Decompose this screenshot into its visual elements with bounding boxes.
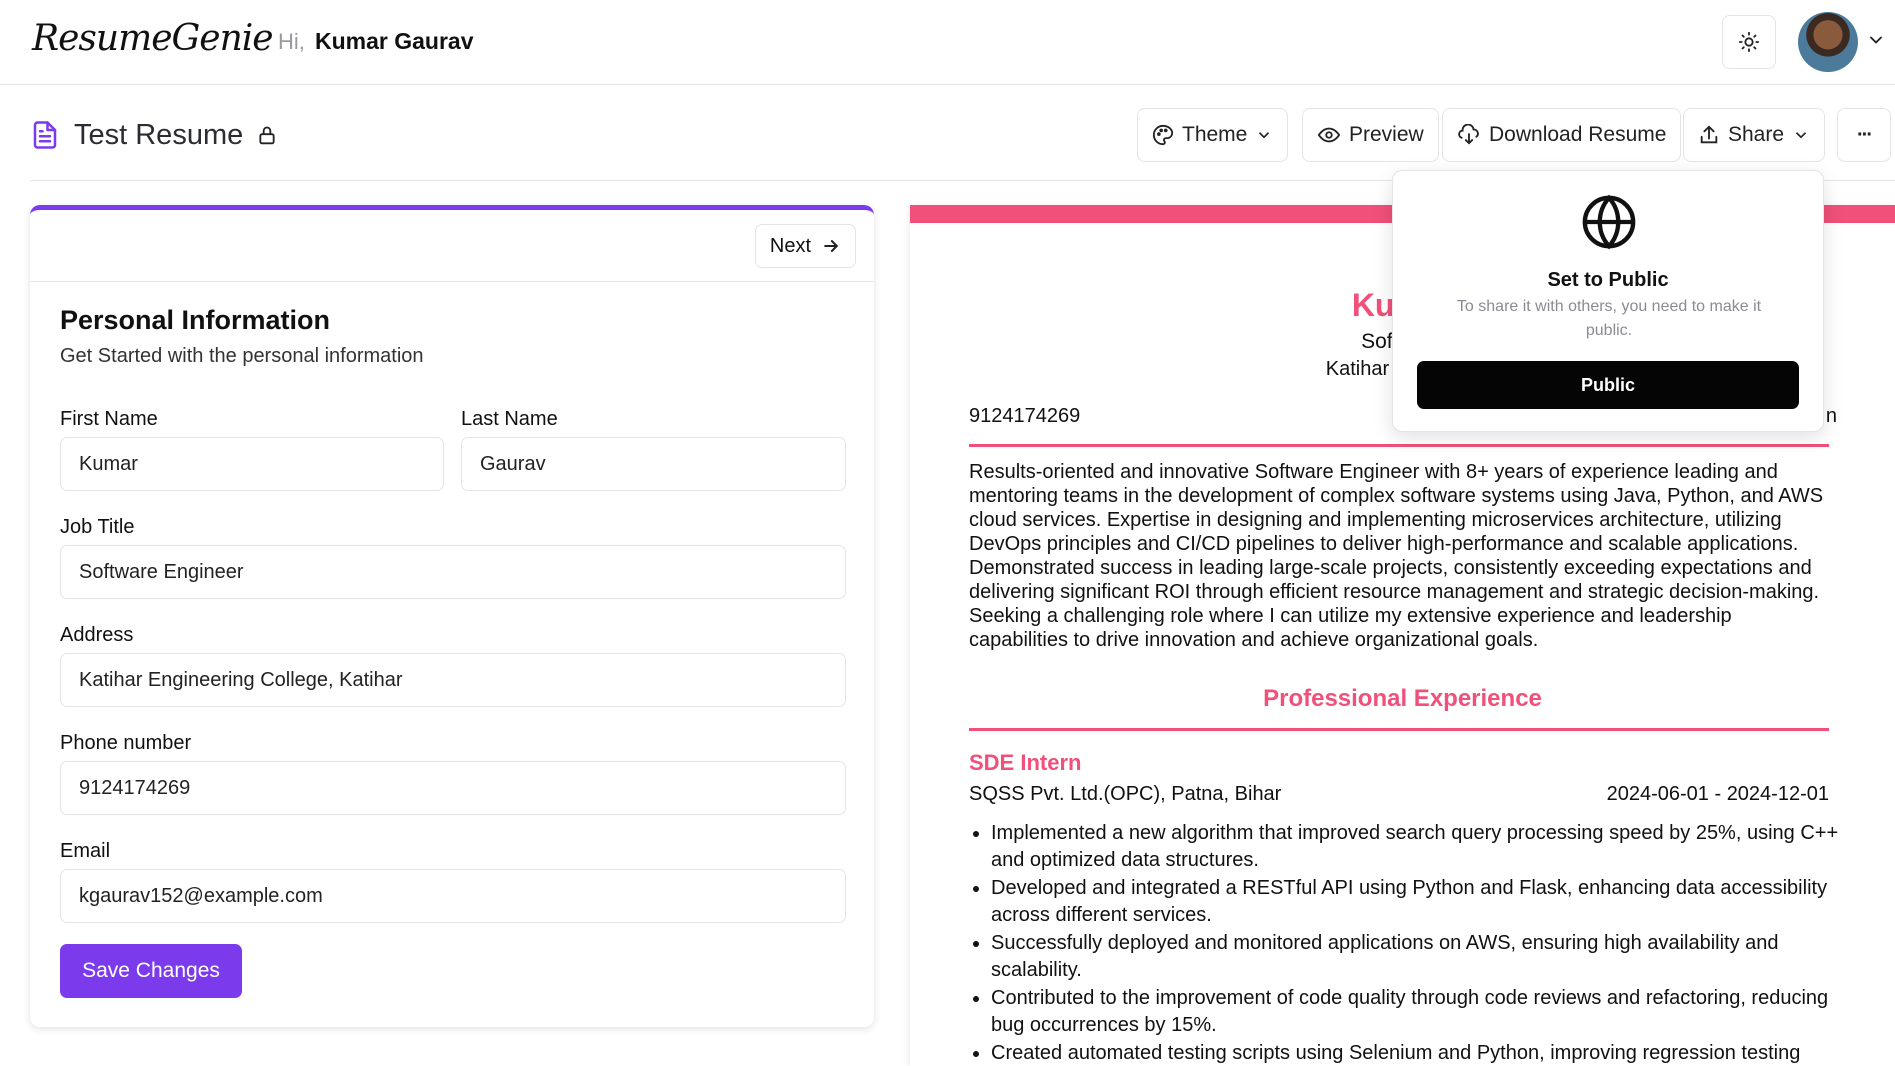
popover-description: To share it with others, you need to mak… [1456,298,1762,339]
share-button[interactable]: Share [1683,108,1826,162]
avatar[interactable] [1798,12,1858,72]
experience-dates: 2024-06-01 - 2024-12-01 [1606,783,1829,805]
resume-phone: 9124174269 [969,405,1081,427]
more-horizontal-icon: ··· [1857,123,1873,146]
resume-divider [969,444,1829,447]
chevron-down-icon[interactable] [1866,30,1886,50]
document-title-row: Test Resume [30,112,277,158]
share-button-label: Share [1728,123,1785,146]
globe-icon [1582,194,1636,250]
next-button[interactable]: Next [754,224,856,268]
first-name-input[interactable]: Kumar [60,437,444,491]
arrow-right-icon [824,240,839,252]
palette-icon [1152,124,1174,146]
experience-divider [969,728,1829,731]
list-item: Contributed to the improvement of code q… [991,985,1851,1039]
first-name-label: First Name [60,408,158,430]
phone-label: Phone number [60,732,192,754]
last-name-label: Last Name [461,408,558,430]
app-logo[interactable]: ResumeGenie [32,18,274,59]
more-options-button[interactable]: ··· [1837,108,1891,162]
email-label: Email [60,840,111,862]
download-button-label: Download Resume [1489,123,1667,146]
experience-company: SQSS Pvt. Ltd.(OPC), Patna, Bihar [969,783,1282,805]
section-title: Personal Information [60,305,331,335]
chevron-down-icon [1259,132,1270,139]
section-subtitle: Get Started with the personal informatio… [60,345,424,367]
address-input[interactable]: Katihar Engineering College, Katihar [60,653,846,707]
share-popover: Set to Public To share it with others, y… [1392,170,1824,432]
experience-heading: Professional Experience [1263,685,1542,712]
form-card-header: Next [30,210,874,282]
next-button-label: Next [769,234,811,257]
lock-icon [259,126,275,145]
email-input[interactable]: kgaurav152@example.com [60,869,846,923]
list-item: Implemented a new algorithm that improve… [991,820,1851,874]
experience-bullets: Implemented a new algorithm that improve… [991,820,1851,1066]
popover-title: Set to Public [1547,269,1669,291]
set-public-button[interactable]: Public [1417,361,1799,409]
personal-info-form-card: Next Personal Information Get Started wi… [30,205,874,1027]
cloud-download-icon [1458,124,1479,145]
save-changes-button[interactable]: Save Changes [60,944,242,998]
greeting-text: Hi, [278,29,305,54]
download-resume-button[interactable]: Download Resume [1442,108,1682,162]
eye-icon [1317,127,1341,143]
list-item: Developed and integrated a RESTful API u… [991,875,1851,929]
experience-role: SDE Intern [969,750,1082,775]
sun-icon [1738,31,1760,53]
job-title-input[interactable]: Software Engineer [60,545,846,599]
theme-button-label: Theme [1182,123,1248,146]
resume-summary: Results-oriented and innovative Software… [969,461,1824,651]
job-title-label: Job Title [60,516,135,538]
preview-button-label: Preview [1349,123,1424,146]
list-item: Created automated testing scripts using … [991,1040,1851,1066]
last-name-input[interactable]: Gaurav [461,437,846,491]
phone-input[interactable]: 9124174269 [60,761,846,815]
document-icon [33,121,57,149]
resume-email: n [1825,405,1837,427]
user-name: Kumar Gaurav [315,28,474,54]
theme-button[interactable]: Theme [1137,108,1289,162]
share-icon [1700,125,1718,144]
theme-toggle-button[interactable] [1722,15,1776,69]
address-label: Address [60,624,134,646]
top-navbar: ResumeGenie Hi, Kumar Gaurav [0,0,1895,85]
preview-button[interactable]: Preview [1302,108,1439,162]
list-item: Successfully deployed and monitored appl… [991,930,1851,984]
chevron-down-icon [1795,132,1807,139]
document-title: Test Resume [74,118,244,151]
